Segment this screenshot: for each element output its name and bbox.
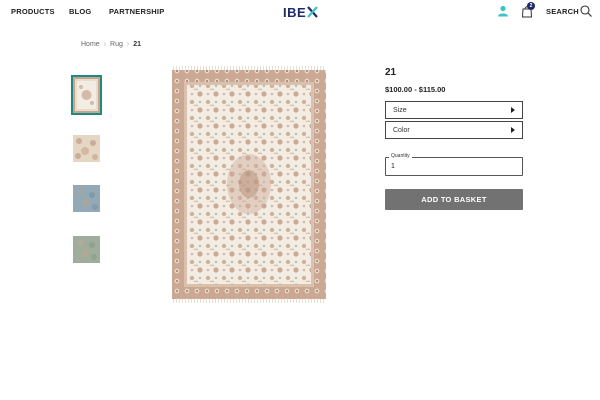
color-select[interactable]: Color bbox=[385, 121, 523, 139]
quantity-label: Quantity bbox=[389, 153, 412, 159]
size-select-label: Size bbox=[393, 106, 407, 114]
site-header: PRODUCTS BLOG PARTNERSHIP IBE 2 SEARCH bbox=[0, 0, 600, 24]
breadcrumb: Home › Rug › 21 bbox=[81, 41, 141, 48]
thumbnail-blue-rug[interactable] bbox=[71, 178, 102, 218]
color-select-label: Color bbox=[393, 126, 410, 134]
breadcrumb-separator: › bbox=[103, 41, 107, 48]
breadcrumb-home[interactable]: Home bbox=[81, 41, 100, 48]
search-icon[interactable] bbox=[580, 5, 592, 17]
thumbnail-beige-floral-rug[interactable] bbox=[71, 128, 102, 168]
rug-thumbnail-image bbox=[73, 134, 100, 162]
product-title: 21 bbox=[385, 67, 397, 78]
rug-thumbnail-image bbox=[73, 184, 100, 212]
size-select[interactable]: Size bbox=[385, 101, 523, 119]
thumbnail-green-rug[interactable] bbox=[71, 229, 102, 269]
nav-products[interactable]: PRODUCTS bbox=[11, 7, 55, 16]
product-price: $100.00 - $115.00 bbox=[385, 85, 446, 94]
breadcrumb-separator: › bbox=[126, 41, 130, 48]
rug-thumbnail-image bbox=[73, 235, 100, 263]
search-label[interactable]: SEARCH bbox=[546, 7, 579, 16]
add-to-basket-button[interactable]: ADD TO BASKET bbox=[385, 189, 523, 210]
quantity-input[interactable] bbox=[385, 157, 523, 176]
rug-thumbnail-image bbox=[73, 77, 100, 113]
caret-right-icon bbox=[511, 107, 515, 113]
nav-partnership[interactable]: PARTNERSHIP bbox=[109, 7, 164, 16]
product-main-image[interactable] bbox=[172, 66, 326, 303]
thumbnail-cream-rug[interactable] bbox=[71, 75, 102, 115]
breadcrumb-rug[interactable]: Rug bbox=[110, 41, 123, 48]
user-icon[interactable] bbox=[497, 5, 509, 17]
cart-count-badge: 2 bbox=[527, 2, 535, 10]
quantity-value[interactable]: 1 bbox=[391, 163, 395, 170]
logo-text: IBE bbox=[283, 4, 307, 20]
caret-right-icon bbox=[511, 127, 515, 133]
nav-blog[interactable]: BLOG bbox=[69, 7, 91, 16]
site-logo[interactable]: IBE bbox=[283, 4, 318, 20]
breadcrumb-current: 21 bbox=[133, 41, 142, 48]
logo-x-mark bbox=[307, 6, 318, 18]
